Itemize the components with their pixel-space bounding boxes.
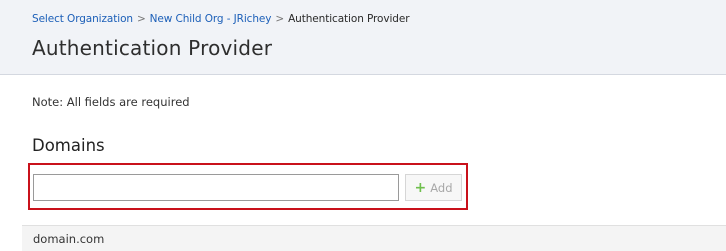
domain-list-item: domain.com <box>22 225 726 251</box>
domains-heading: Domains <box>32 136 105 155</box>
breadcrumb-child-org[interactable]: New Child Org - JRichey <box>150 13 272 25</box>
plus-icon: + <box>414 179 427 196</box>
breadcrumb-current: Authentication Provider <box>288 13 410 25</box>
breadcrumb-separator: > <box>136 13 146 25</box>
add-button-label: Add <box>430 180 453 195</box>
domain-input[interactable] <box>33 174 399 201</box>
breadcrumb: Select Organization > New Child Org - JRic… <box>32 13 410 25</box>
breadcrumb-select-organization[interactable]: Select Organization <box>32 13 133 25</box>
page-header: Select Organization > New Child Org - JRic… <box>0 0 726 75</box>
required-fields-note: Note: All fields are required <box>32 95 190 109</box>
breadcrumb-separator: > <box>275 13 285 25</box>
add-domain-button[interactable]: + Add <box>405 174 462 201</box>
page-title: Authentication Provider <box>32 36 273 60</box>
domain-list-item-text: domain.com <box>33 232 105 246</box>
